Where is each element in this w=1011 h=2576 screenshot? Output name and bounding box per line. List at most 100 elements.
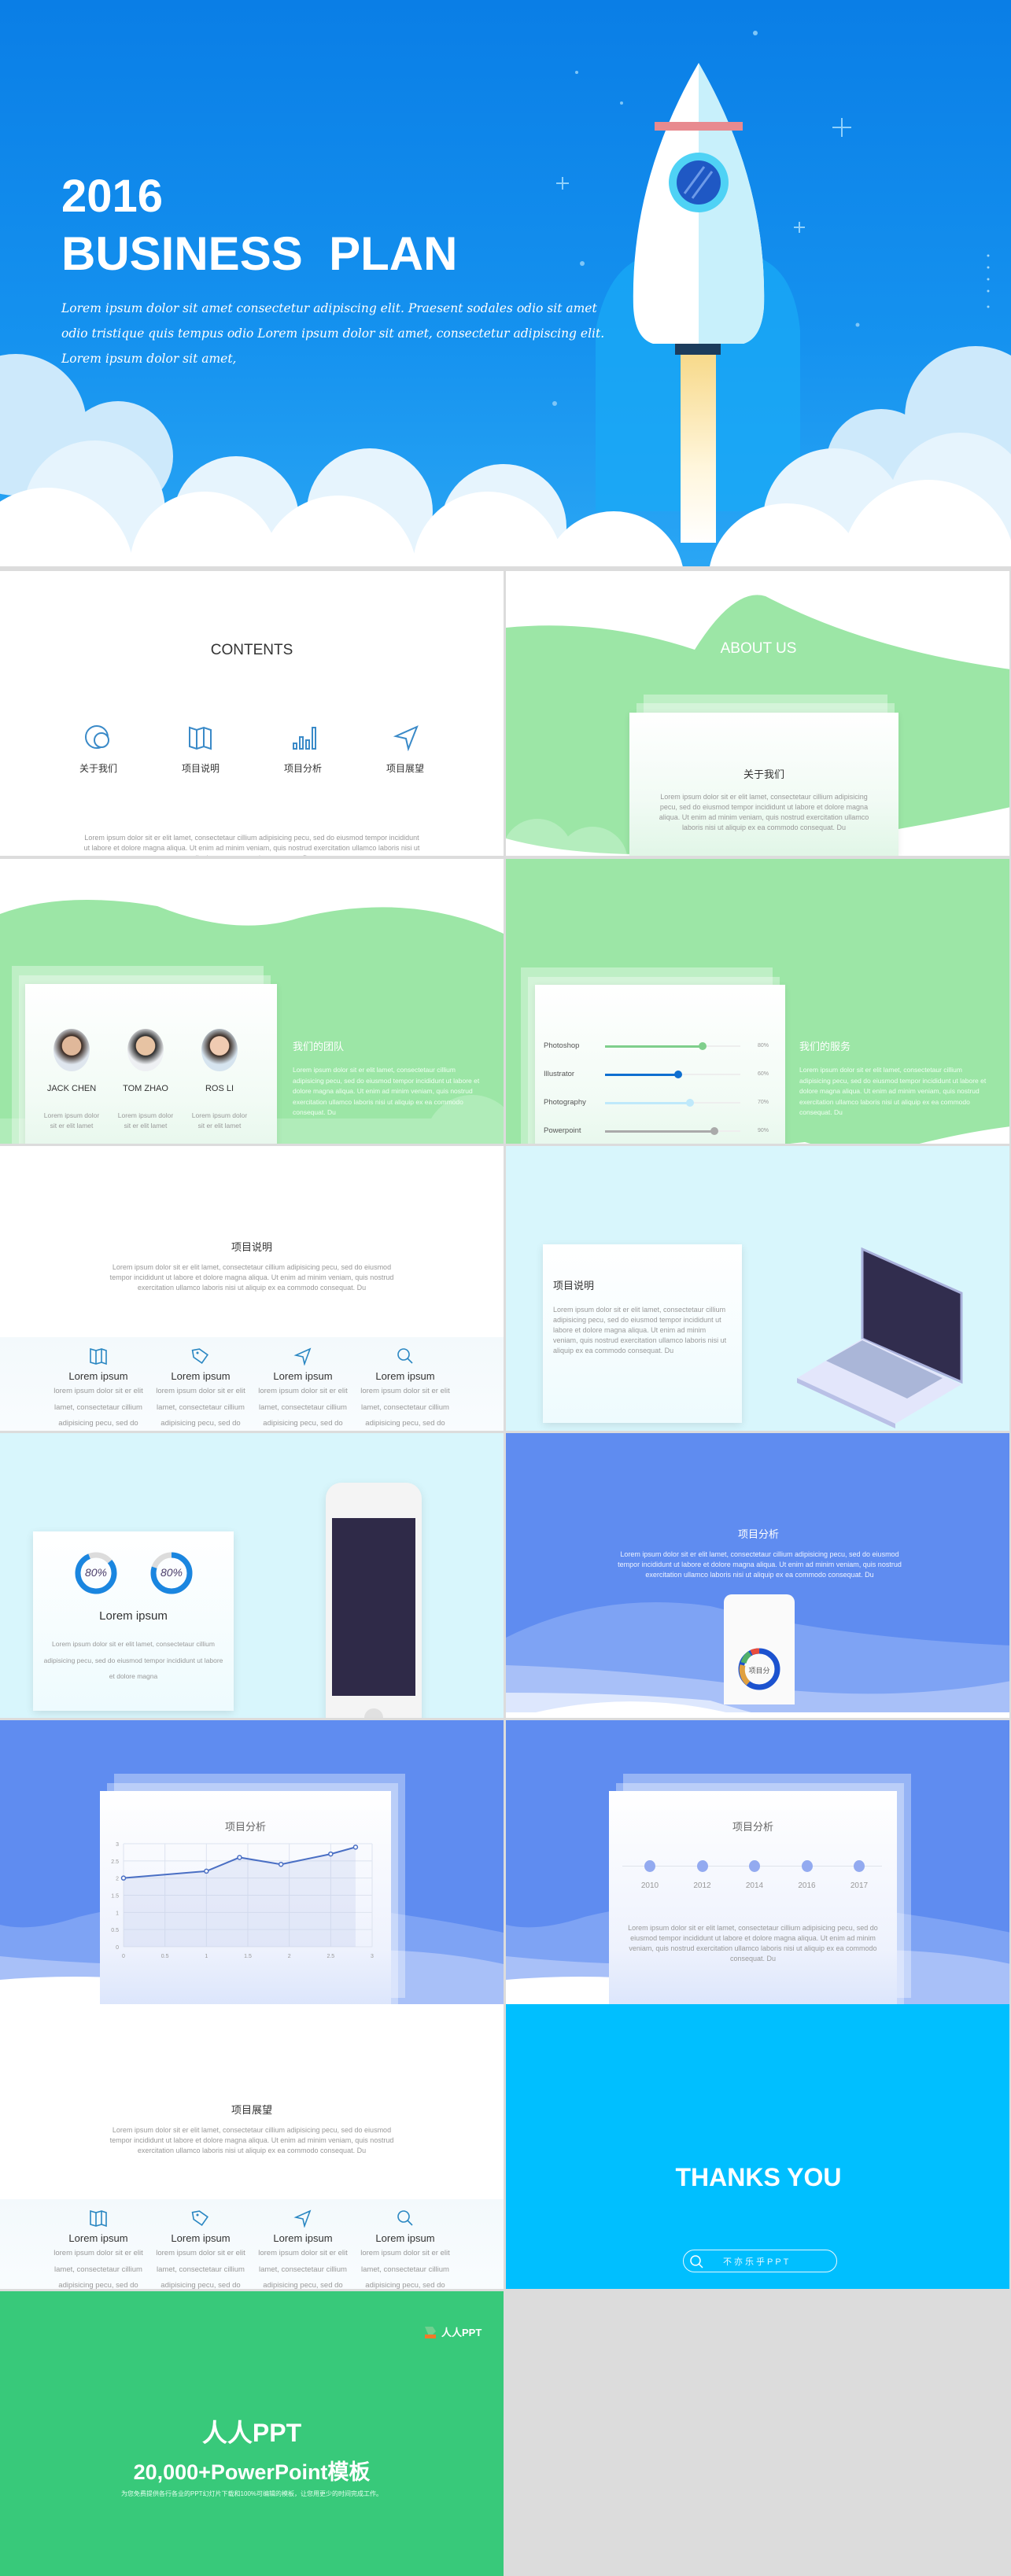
timeline-year: 2017 xyxy=(850,1881,869,1890)
phone-illustration: 项目分 xyxy=(724,1594,795,1704)
timeline-dot[interactable] xyxy=(749,1860,760,1872)
feature-title: Lorem ipsum xyxy=(68,2232,128,2244)
logo-text: 人人PPT xyxy=(441,2327,482,2338)
y-tick-label: 0 xyxy=(116,1945,119,1951)
timeline-year: 2016 xyxy=(798,1881,816,1890)
feature-column: Lorem ipsum lorem ipsum dolor sit er elit… xyxy=(358,1347,452,1431)
contents-item-analysis[interactable]: 项目分析 xyxy=(256,761,350,775)
thanks-slide: THANKS YOU 不亦乐乎PPT xyxy=(506,2004,1009,2289)
phone-illustration xyxy=(326,1483,422,1718)
promo-slide: 人人PPT 人人PPT 20,000+PowerPoint模板 为您免费提供各行… xyxy=(0,2291,504,2576)
skill-handle[interactable] xyxy=(673,1071,682,1078)
timeline-dot[interactable] xyxy=(854,1860,865,1872)
feature-title: Lorem ipsum xyxy=(68,1370,128,1382)
timeline-year: 2012 xyxy=(693,1881,711,1890)
promo-text: 为您免费提供各行各业的PPT幻灯片下载和100%可编辑的模板，让您用更少的时间完… xyxy=(120,2490,382,2497)
member-desc: Lorem ipsum dolor sit er elit lamet xyxy=(117,1111,174,1130)
data-point xyxy=(352,1844,359,1850)
bar-chart-icon[interactable] xyxy=(291,724,318,751)
line-chart: 0 0.5 1 1.5 2 2.5 3 0 0.5 1 1.5 2 2.5 3 xyxy=(111,1842,374,1959)
member-name: TOM ZHAO xyxy=(123,1084,168,1093)
skill-percent: 90% xyxy=(758,1128,769,1133)
map-icon xyxy=(90,2209,107,2228)
team-slide: JACK CHEN TOM ZHAO ROS LI Lorem ipsum do… xyxy=(0,859,504,1144)
stats-title: Lorem ipsum xyxy=(99,1609,168,1623)
about-card-text: Lorem ipsum dolor sit er elit lamet, con… xyxy=(659,793,869,831)
x-tick-label: 2 xyxy=(288,1954,291,1959)
laptop-illustration xyxy=(797,1247,963,1428)
outlook-title: 项目展望 xyxy=(231,2104,272,2116)
cover-description: Lorem ipsum dolor sit amet consectetur a… xyxy=(61,301,605,366)
skill-label: Photography xyxy=(544,1098,586,1107)
timeline-dot[interactable] xyxy=(801,1860,813,1872)
skill-fill xyxy=(605,1045,703,1048)
feature-column: Lorem ipsum lorem ipsum dolor sit er elit… xyxy=(51,1347,146,1431)
y-tick-label: 2.5 xyxy=(111,1859,119,1865)
outlook-text: Lorem ipsum dolor sit er elit lamet, con… xyxy=(109,2126,394,2154)
skill-percent: 60% xyxy=(758,1071,769,1077)
member-name: JACK CHEN xyxy=(46,1084,97,1093)
analysis-text: Lorem ipsum dolor sit er elit lamet, con… xyxy=(618,1550,902,1579)
chat-bubbles-icon[interactable] xyxy=(83,724,114,751)
navigation-arrow-icon xyxy=(293,1347,312,1365)
feature-title: Lorem ipsum xyxy=(171,1370,231,1382)
skill-fill xyxy=(605,1101,691,1104)
member-desc: Lorem ipsum dolor sit er elit lamet xyxy=(43,1111,100,1130)
stats-text: Lorem ipsum dolor sit er elit lamet, con… xyxy=(43,1640,223,1680)
feature-title: Lorem ipsum xyxy=(273,2232,333,2244)
map-icon[interactable] xyxy=(187,724,214,751)
avatar xyxy=(54,1029,90,1071)
data-point xyxy=(204,1868,209,1874)
feature-column: Lorem ipsum lorem ipsum dolor sit er elit… xyxy=(256,2209,350,2289)
member-name: ROS LI xyxy=(205,1084,234,1093)
outlook-slide: 项目展望 Lorem ipsum dolor sit er elit lamet… xyxy=(0,2004,504,2289)
data-point xyxy=(120,1875,127,1881)
y-tick-label: 3 xyxy=(116,1842,119,1848)
feature-text: lorem ipsum dolor sit er elit lamet, con… xyxy=(360,2249,450,2289)
navigation-arrow-icon[interactable] xyxy=(393,724,420,751)
feature-text: lorem ipsum dolor sit er elit lamet, con… xyxy=(54,2249,143,2289)
about-card: 关于我们 Lorem ipsum dolor sit er elit lamet… xyxy=(629,713,898,856)
y-tick-label: 0.5 xyxy=(111,1928,119,1933)
skill-percent: 80% xyxy=(758,1043,769,1048)
contents-item-outlook[interactable]: 项目展望 xyxy=(358,761,452,775)
avatar xyxy=(201,1029,238,1071)
y-tick-label: 2 xyxy=(116,1877,119,1882)
promo-title: 人人PPT xyxy=(201,2419,302,2447)
analysis-title: 项目分析 xyxy=(737,1528,779,1540)
skill-fill xyxy=(605,1130,715,1133)
search-icon xyxy=(397,1348,413,1364)
feature-title: Lorem ipsum xyxy=(375,1370,435,1382)
x-tick-label: 1 xyxy=(205,1954,208,1959)
contents-description: Lorem ipsum dolor sit er elit lamet, con… xyxy=(83,834,420,856)
map-icon xyxy=(90,1347,107,1365)
avatar xyxy=(127,1029,164,1071)
skill-handle[interactable] xyxy=(698,1042,707,1050)
timeline-slide: 项目分析 2010 2012 2014 2016 2017 Lorem ipsum do… xyxy=(506,1720,1009,2005)
contents-item-about[interactable]: 关于我们 xyxy=(51,761,146,775)
data-point xyxy=(328,1851,334,1857)
search-text: 不亦乐乎PPT xyxy=(723,2257,791,2267)
feature-text: lorem ipsum dolor sit er elit lamet, con… xyxy=(258,1387,348,1428)
feature-title: Lorem ipsum xyxy=(171,2232,231,2244)
feature-title: Lorem ipsum xyxy=(375,2232,435,2244)
laptop-card-text: Lorem ipsum dolor sit er elit lamet, con… xyxy=(553,1306,727,1354)
laptop-card-title: 项目说明 xyxy=(553,1280,595,1292)
feature-text: lorem ipsum dolor sit er elit lamet, con… xyxy=(54,1387,143,1428)
tag-icon xyxy=(191,2210,208,2226)
contents-item-project[interactable]: 项目说明 xyxy=(153,761,248,775)
x-tick-label: 1.5 xyxy=(244,1954,252,1959)
team-title: 我们的团队 xyxy=(293,1041,345,1052)
phone-label: 项目分 xyxy=(748,1667,770,1675)
timeline-year: 2010 xyxy=(640,1881,659,1890)
data-point xyxy=(237,1855,242,1860)
skills-card xyxy=(535,985,785,1144)
thanks-title: THANKS YOU xyxy=(675,2163,842,2191)
feature-column: Lorem ipsum lorem ipsum dolor sit er elit… xyxy=(256,1347,350,1431)
navigation-arrow-icon xyxy=(293,2209,312,2228)
search-box[interactable]: 不亦乐乎PPT xyxy=(683,2250,837,2272)
donut-slide: 80% 80% Lorem ipsum Lorem ipsum dolor si… xyxy=(0,1433,504,1718)
timeline-dot[interactable] xyxy=(696,1860,708,1872)
timeline-dot[interactable] xyxy=(644,1860,655,1872)
about-title: ABOUT US xyxy=(720,640,797,657)
